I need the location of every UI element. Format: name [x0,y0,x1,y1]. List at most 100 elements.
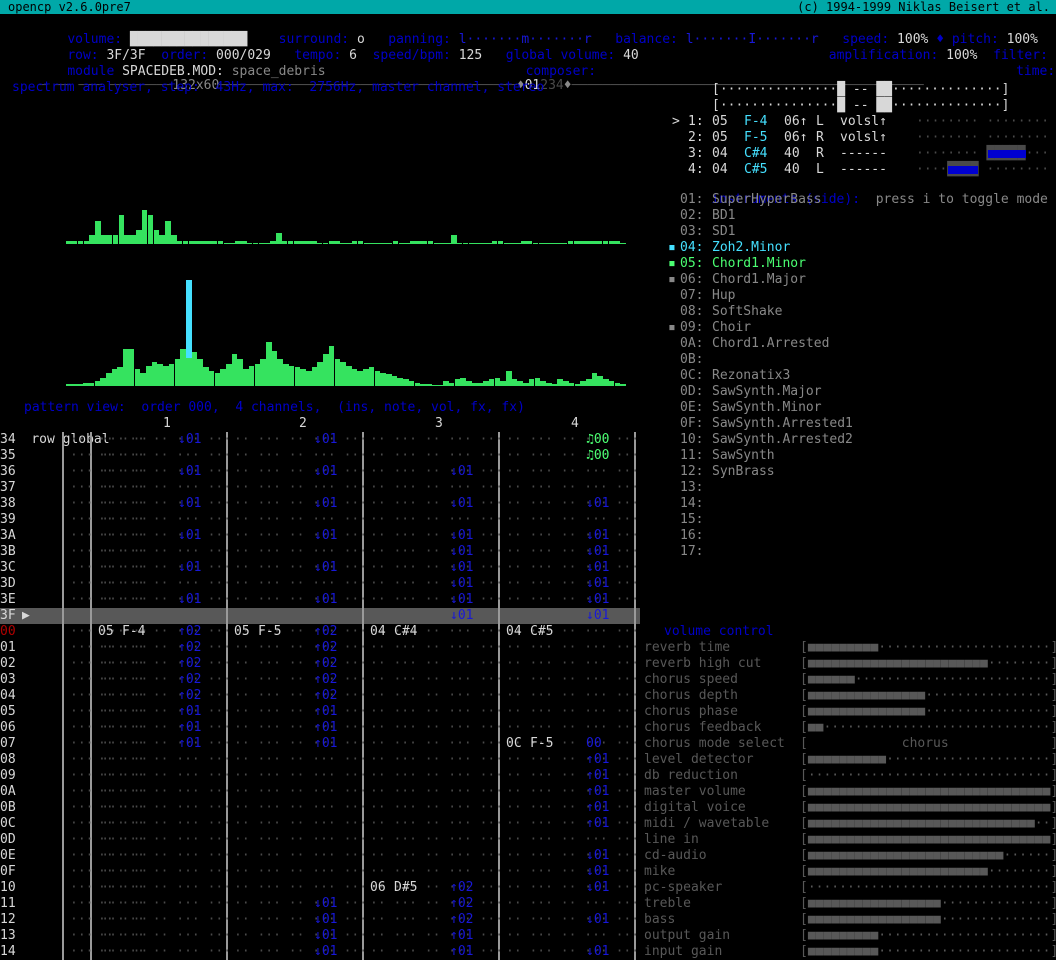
pattern-cell-effect[interactable]: ↑01 [178,720,201,736]
volume-control-slider[interactable]: [·······························] [800,768,1056,784]
instrument-name[interactable]: SD1 [712,224,735,240]
instrument-id[interactable]: 01: [680,192,703,208]
pattern-row[interactable]: 04 ··· ··· ·· ·· ··· ·· ··· ··· ↑02 ·· ··· ·… [0,688,640,704]
instrument-name[interactable]: SawSynth [712,448,775,464]
instrument-id[interactable]: 09: [680,320,703,336]
pattern-cell-effect[interactable]: ↓01 [586,608,609,624]
pattern-cell-effect[interactable]: ↓01 [314,432,337,448]
pattern-cell-instrument[interactable]: 0C [506,736,522,752]
pattern-cell-effect[interactable]: ↓01 [450,544,473,560]
instrument-id[interactable]: 0A: [680,336,703,352]
pattern-cell-effect[interactable]: ♫00 [586,432,609,448]
pattern-cell-effect[interactable]: ↓01 [586,496,609,512]
instrument-id[interactable]: 0C: [680,368,703,384]
pattern-row[interactable]: 13 ··· ··· ·· ·· ··· ·· ··· ··· ·· ··· ·· ·… [0,928,640,944]
pattern-cell-effect[interactable]: ↓01 [586,528,609,544]
pattern-row[interactable]: 3C ··· ··· ·· ·· ··· ·· ··· ··· ↓01 ·· ··· ·… [0,560,640,576]
pattern-cell-effect[interactable]: ↓01 [178,592,201,608]
instrument-name[interactable]: Chord1.Minor [712,256,806,272]
channel-3-pan[interactable]: R [816,146,824,162]
pattern-cell-effect[interactable]: ↓01 [450,592,473,608]
pattern-row[interactable]: 3E ··· ··· ·· ·· ··· ·· ··· ··· ↓01 ·· ··· ·… [0,592,640,608]
instrument-id[interactable]: 04: [680,240,703,256]
volume-control-slider[interactable]: [■■■■■■■■■■■■■■■■■··············] [800,896,1056,912]
channel-3-vol[interactable]: 40 [784,146,800,162]
pattern-cell-effect[interactable]: ↓01 [586,560,609,576]
page-next-arrow-icon[interactable]: ♦ [564,78,572,93]
instrument-name[interactable]: Chord1.Major [712,272,806,288]
pattern-cell-effect[interactable]: ↑01 [314,736,337,752]
pattern-cell-effect[interactable]: ↓01 [314,928,337,944]
instrument-id[interactable]: 15: [680,512,703,528]
column-header-track-3[interactable]: 3 [435,416,443,432]
channel-1-cursor[interactable]: > [672,114,680,130]
pattern-cell-note[interactable]: C#4 [394,624,417,640]
pattern-row[interactable]: 06 ··· ··· ·· ·· ··· ·· ··· ··· ↑01 ·· ··· ·… [0,720,640,736]
pattern-cell-effect[interactable]: ↑01 [450,944,473,960]
pattern-row[interactable]: 05 ··· ··· ·· ·· ··· ·· ··· ··· ↑01 ·· ··· ·… [0,704,640,720]
pattern-cell-effect[interactable]: ↑02 [314,688,337,704]
pattern-row[interactable]: 0F ··· ··· ·· ·· ··· ·· ··· ··· ·· ··· ·· ·… [0,864,640,880]
pattern-cell-note[interactable]: F-5 [530,736,553,752]
instrument-id[interactable]: 11: [680,448,703,464]
channel-3-cursor[interactable] [672,146,680,162]
pattern-cell-effect[interactable]: ↓01 [314,528,337,544]
pattern-cell-effect[interactable]: ↑01 [586,784,609,800]
channel-2-pan[interactable]: R [816,130,824,146]
instrument-name[interactable]: SawSynth.Arrested2 [712,432,853,448]
instrument-id[interactable]: 14: [680,496,703,512]
pattern-row[interactable]: 08 ··· ··· ·· ·· ··· ·· ··· ··· ·· ··· ·· ·… [0,752,640,768]
pattern-cell-effect[interactable]: ↑02 [314,672,337,688]
volume-control-slider[interactable]: [■■·····························] [800,720,1056,736]
volume-control-slider[interactable]: [■■■■■■■■■■■■■■■■■··············] [800,912,1056,928]
volume-control-slider[interactable]: [■■■■■■■■■■■■■■■················] [800,704,1056,720]
pattern-row[interactable]: 03 ··· ··· ·· ·· ··· ·· ··· ··· ↑02 ·· ··· ·… [0,672,640,688]
pattern-cell-effect[interactable]: ↓01 [178,528,201,544]
channel-1-fx[interactable]: volsl↑ [840,114,887,130]
pattern-cell-effect[interactable]: ↑02 [178,688,201,704]
instrument-name[interactable]: SynBrass [712,464,775,480]
pattern-cell-effect[interactable]: ↑01 [450,928,473,944]
channel-3-note[interactable]: C#4 [744,146,767,162]
volume-control-slider[interactable]: [■■■■■■·························] [800,672,1056,688]
volume-control-slider[interactable]: [■■■■■■■■■■■■■■■■■■■■■■■■■■■■■■■] [800,784,1056,800]
pattern-row[interactable]: 34 ··· ··· ·· ·· ··· ·· ··· ··· ↓01 ·· ··· ·… [0,432,640,448]
pattern-row[interactable]: 09 ··· ··· ·· ·· ··· ·· ··· ··· ·· ··· ·· ·… [0,768,640,784]
volume-control-slider[interactable]: [■■■■■■■■■······················] [800,928,1056,944]
instrument-id[interactable]: 02: [680,208,703,224]
pattern-cell-effect[interactable]: ↓01 [450,464,473,480]
instrument-id[interactable]: 05: [680,256,703,272]
channel-3-num[interactable]: 3: [688,146,704,162]
pattern-row[interactable]: 00 ··· ··· ·· ·· ··· ·· ··· ··· 05 F-4 ↑02 ·· … [0,624,640,640]
instrument-id[interactable]: 08: [680,304,703,320]
pattern-cell-effect[interactable]: ↑01 [314,720,337,736]
pattern-cell-effect[interactable]: ↓01 [178,560,201,576]
pattern-cell-effect[interactable]: ↑02 [450,880,473,896]
pattern-cell-effect[interactable]: ↑01 [586,800,609,816]
pattern-cell-instrument[interactable]: 05 [234,624,250,640]
pattern-cell-effect[interactable]: ↓01 [314,496,337,512]
pattern-cell-effect[interactable]: ↓01 [586,592,609,608]
pattern-cell-instrument[interactable]: 05 [98,624,114,640]
instrument-id[interactable]: 17: [680,544,703,560]
instrument-id[interactable]: 12: [680,464,703,480]
pattern-row[interactable]: 07 ··· ··· ·· ·· ··· ·· ··· ··· ↑01 ·· ··· ·… [0,736,640,752]
pattern-row[interactable]: 0A ··· ··· ·· ·· ··· ·· ··· ··· ·· ··· ·· ·… [0,784,640,800]
pattern-cell-effect[interactable]: ↑02 [314,624,337,640]
pattern-cell-effect[interactable]: ↓01 [178,496,201,512]
instrument-name[interactable]: SawSynth.Major [712,384,822,400]
pattern-cell-note[interactable]: F-4 [122,624,145,640]
channel-1-ins[interactable]: 05 [712,114,728,130]
pattern-row[interactable]: 3A ··· ··· ·· ·· ··· ·· ··· ··· ↓01 ·· ··· ·… [0,528,640,544]
channel-2-num[interactable]: 2: [688,130,704,146]
channel-2-note[interactable]: F-5 [744,130,767,146]
instrument-name[interactable]: SuperHyperBass [712,192,822,208]
instrument-id[interactable]: 0F: [680,416,703,432]
instrument-id[interactable]: 16: [680,528,703,544]
volume-control-slider[interactable]: [ chorus ] [800,736,1056,752]
pattern-row[interactable]: 35 ··· ··· ·· ·· ··· ·· ··· ··· ·· ··· ·· ·… [0,448,640,464]
instrument-id[interactable]: 06: [680,272,703,288]
pattern-row[interactable]: 10 ··· ··· ·· ·· ··· ·· ··· ··· ·· ··· ·· ·… [0,880,640,896]
instrument-id[interactable]: 10: [680,432,703,448]
instrument-name[interactable]: Chord1.Arrested [712,336,829,352]
